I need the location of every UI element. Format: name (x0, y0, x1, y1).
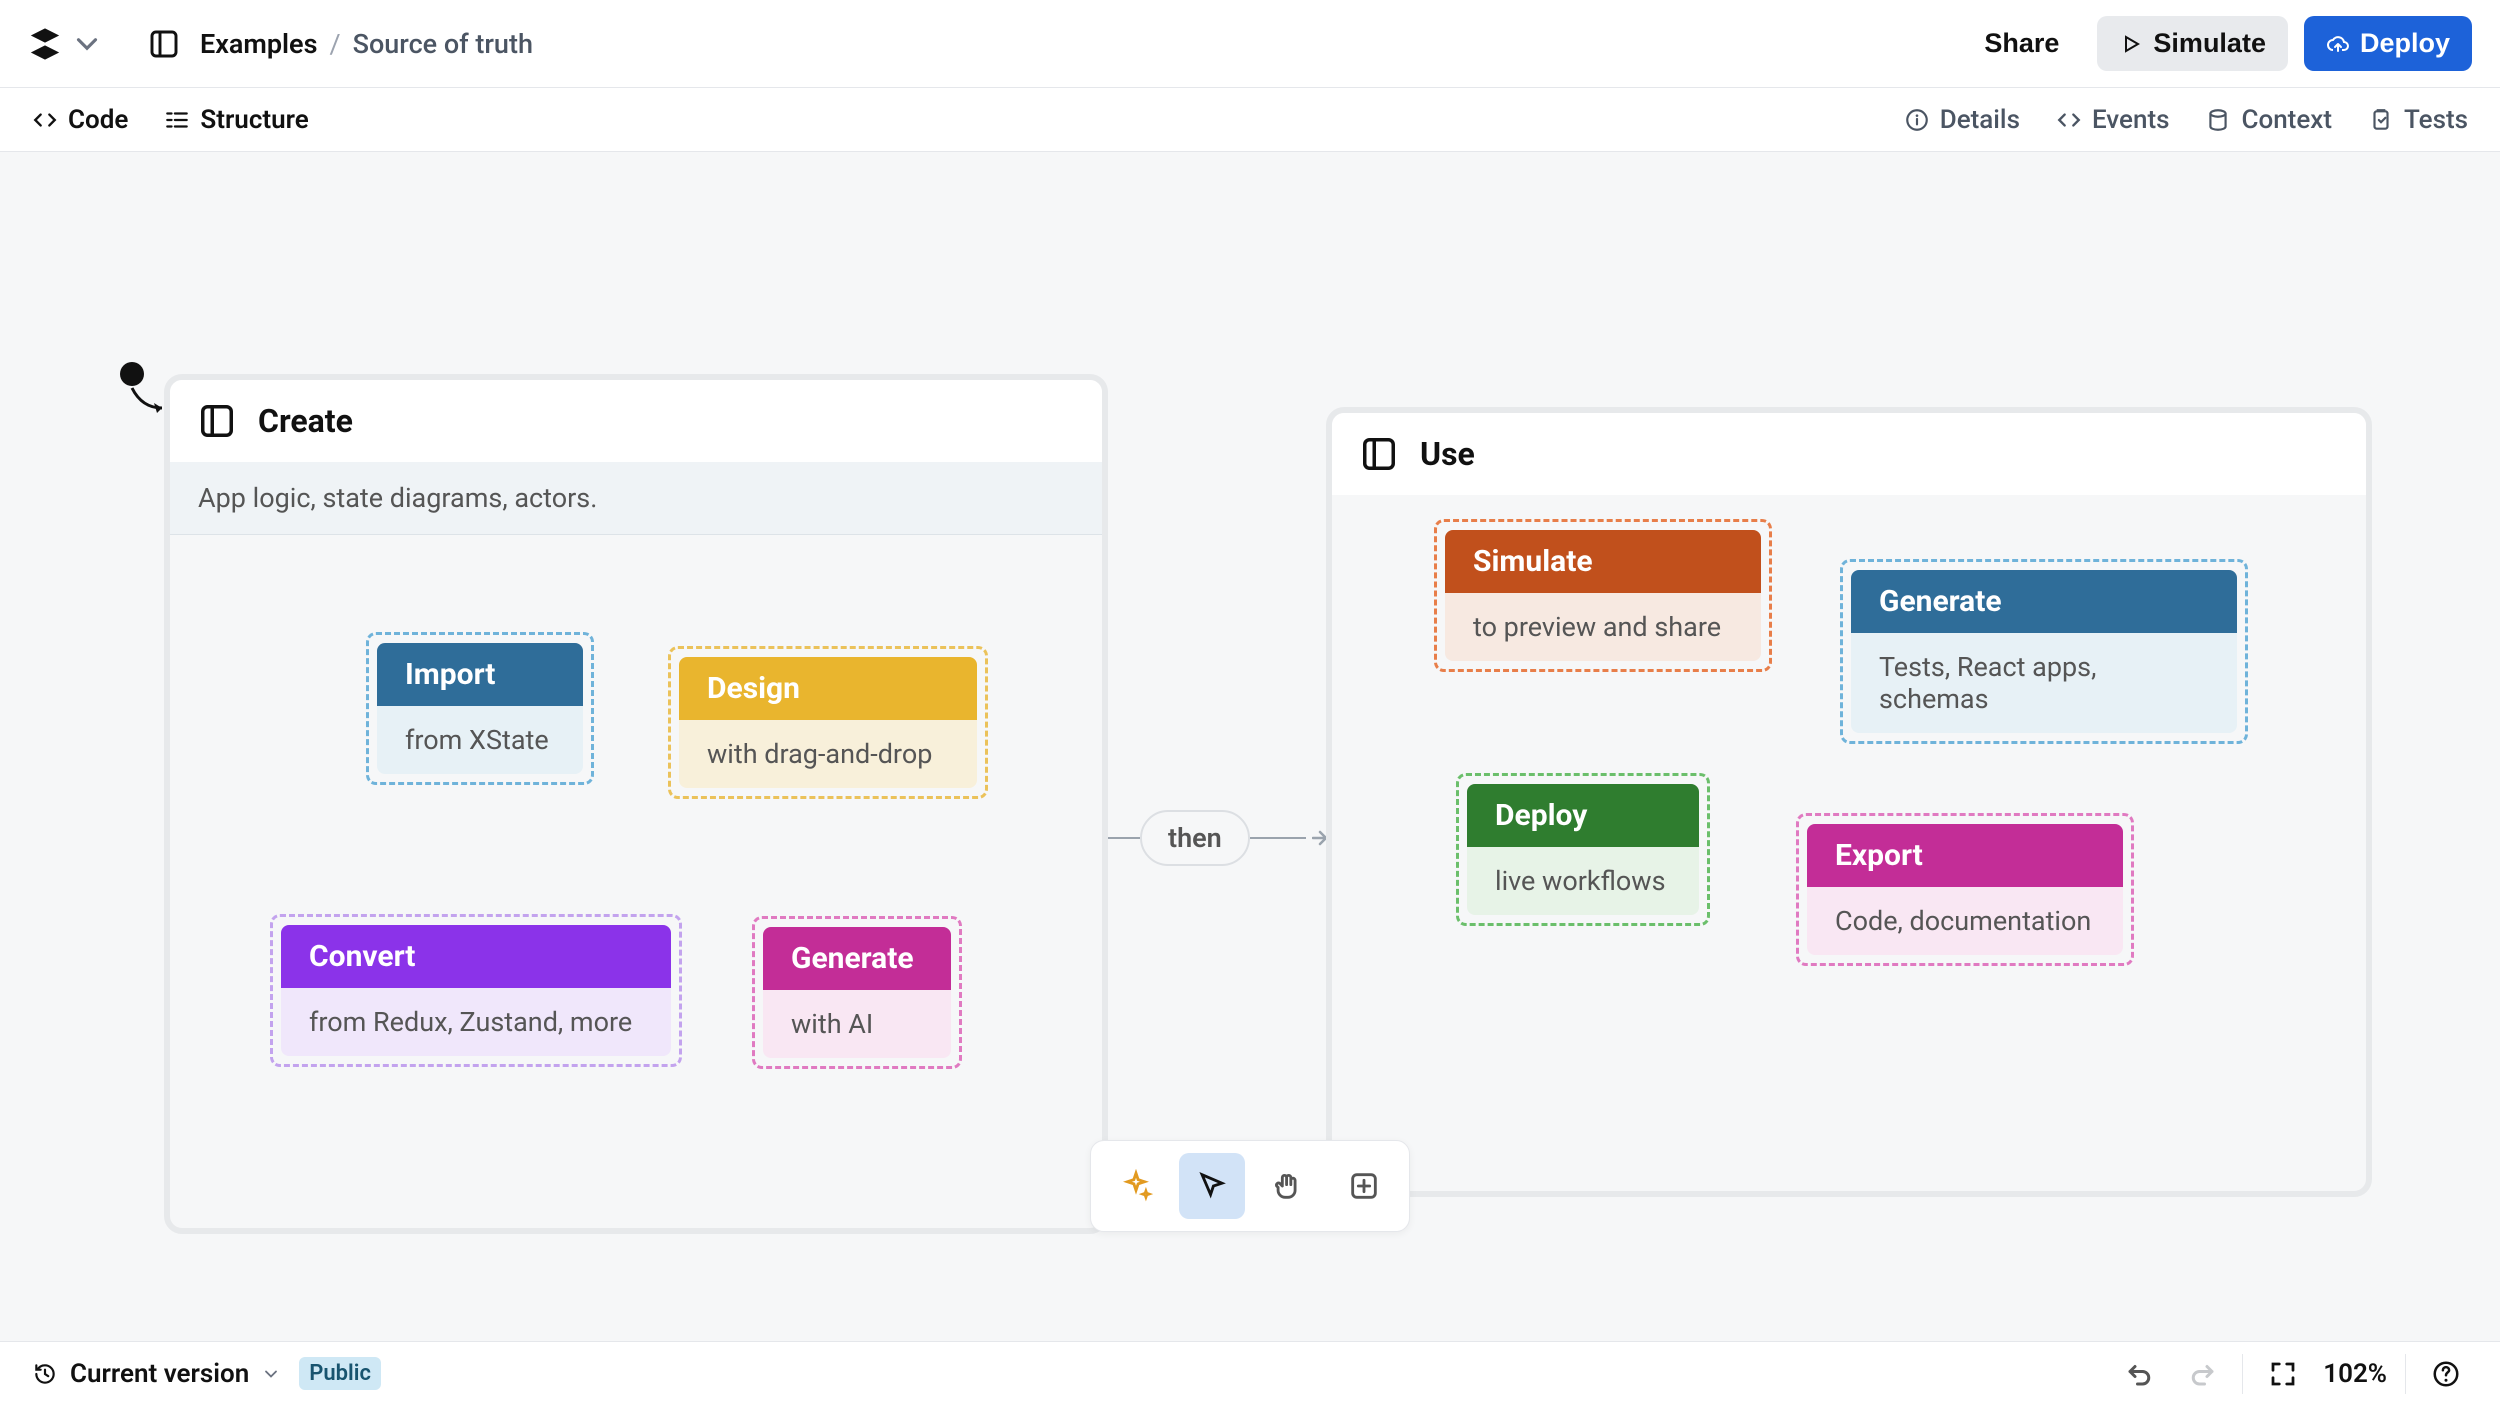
panel-icon (1360, 435, 1398, 473)
chevron-down-icon (261, 1364, 281, 1384)
card-title: Convert (281, 925, 671, 988)
hand-icon (1271, 1169, 1305, 1203)
database-icon (2205, 107, 2231, 133)
group-header: Create (170, 380, 1102, 462)
card-title: Export (1807, 824, 2123, 887)
transition-label: then (1140, 810, 1250, 866)
cloud-upload-icon (2326, 32, 2350, 56)
tab-events[interactable]: Events (2056, 105, 2170, 135)
code-icon (2056, 107, 2082, 133)
canvas[interactable]: Create App logic, state diagrams, actors… (0, 152, 2500, 1342)
card-body: with AI (763, 990, 951, 1058)
tab-context[interactable]: Context (2205, 105, 2332, 135)
group-title: Use (1420, 435, 1475, 473)
card-body: to preview and share (1445, 593, 1761, 661)
card-title: Import (377, 643, 583, 706)
transition-line (1108, 837, 1140, 839)
help-icon (2431, 1359, 2461, 1389)
initial-state-marker[interactable] (120, 362, 144, 386)
expand-icon (2268, 1359, 2298, 1389)
card-body: from Redux, Zustand, more (281, 988, 671, 1056)
visibility-badge[interactable]: Public (299, 1357, 381, 1390)
state-card-deploy[interactable]: Deploylive workflows (1456, 773, 1710, 926)
state-card-generate-use[interactable]: GenerateTests, React apps, schemas (1840, 559, 2248, 744)
breadcrumb: Examples / Source of truth (200, 28, 533, 60)
plus-box-icon (1347, 1169, 1381, 1203)
help-button[interactable] (2424, 1352, 2468, 1396)
sparkle-icon (1119, 1169, 1153, 1203)
panel-toggle-icon[interactable] (148, 28, 180, 60)
card-title: Simulate (1445, 530, 1761, 593)
group-description: App logic, state diagrams, actors. (170, 462, 1102, 535)
transition-then[interactable]: then (1108, 810, 1330, 866)
top-right-actions: Share Simulate Deploy (1962, 16, 2472, 71)
top-bar: Examples / Source of truth Share Simulat… (0, 0, 2500, 88)
card-title: Design (679, 657, 977, 720)
state-group-create[interactable]: Create App logic, state diagrams, actors… (164, 374, 1108, 1234)
state-group-use[interactable]: Use Simulateto preview and share Generat… (1326, 407, 2372, 1197)
state-card-convert[interactable]: Convertfrom Redux, Zustand, more (270, 914, 682, 1067)
card-title: Deploy (1467, 784, 1699, 847)
play-icon (2119, 32, 2143, 56)
app-logo[interactable] (28, 27, 104, 61)
group-header: Use (1332, 413, 2366, 495)
share-button[interactable]: Share (1962, 16, 2081, 71)
tool-dock (1090, 1140, 1410, 1232)
card-body: with drag-and-drop (679, 720, 977, 788)
tab-tests[interactable]: Tests (2368, 105, 2468, 135)
card-body: live workflows (1467, 847, 1699, 915)
state-card-generate[interactable]: Generatewith AI (752, 916, 962, 1069)
card-title: Generate (763, 927, 951, 990)
transition-line (1250, 837, 1306, 839)
structure-icon (164, 107, 190, 133)
tool-pointer[interactable] (1179, 1153, 1245, 1219)
card-body: from XState (377, 706, 583, 774)
zoom-level[interactable]: 102% (2323, 1359, 2387, 1389)
tool-pan[interactable] (1255, 1153, 1321, 1219)
tool-add-state[interactable] (1331, 1153, 1397, 1219)
divider (2405, 1354, 2406, 1394)
state-card-import[interactable]: Importfrom XState (366, 632, 594, 785)
code-icon (32, 107, 58, 133)
status-bar: Current version Public 102% (0, 1341, 2500, 1405)
fit-view-button[interactable] (2261, 1352, 2305, 1396)
group-title: Create (258, 402, 353, 440)
tab-code[interactable]: Code (32, 105, 128, 135)
state-card-design[interactable]: Designwith drag-and-drop (668, 646, 988, 799)
version-selector[interactable]: Current version (32, 1359, 281, 1389)
card-title: Generate (1851, 570, 2237, 633)
info-icon (1904, 107, 1930, 133)
chevron-down-icon (70, 27, 104, 61)
clipboard-icon (2368, 107, 2394, 133)
stately-logo-icon (28, 27, 62, 61)
tool-ai-sparkle[interactable] (1103, 1153, 1169, 1219)
card-body: Tests, React apps, schemas (1851, 633, 2237, 733)
divider (2242, 1354, 2243, 1394)
simulate-button[interactable]: Simulate (2097, 16, 2288, 71)
sub-nav: Code Structure Details Events Context Te… (0, 88, 2500, 152)
state-card-export[interactable]: ExportCode, documentation (1796, 813, 2134, 966)
breadcrumb-separator: / (329, 28, 340, 60)
panel-icon (198, 402, 236, 440)
pointer-icon (1195, 1169, 1229, 1203)
undo-icon (2125, 1359, 2155, 1389)
card-body: Code, documentation (1807, 887, 2123, 955)
deploy-button[interactable]: Deploy (2304, 16, 2472, 71)
state-card-simulate[interactable]: Simulateto preview and share (1434, 519, 1772, 672)
redo-icon (2187, 1359, 2217, 1389)
undo-button[interactable] (2118, 1352, 2162, 1396)
tab-details[interactable]: Details (1904, 105, 2020, 135)
redo-button[interactable] (2180, 1352, 2224, 1396)
tab-structure[interactable]: Structure (164, 105, 308, 135)
history-icon (32, 1361, 58, 1387)
breadcrumb-current[interactable]: Source of truth (353, 28, 533, 60)
breadcrumb-parent[interactable]: Examples (200, 28, 317, 60)
